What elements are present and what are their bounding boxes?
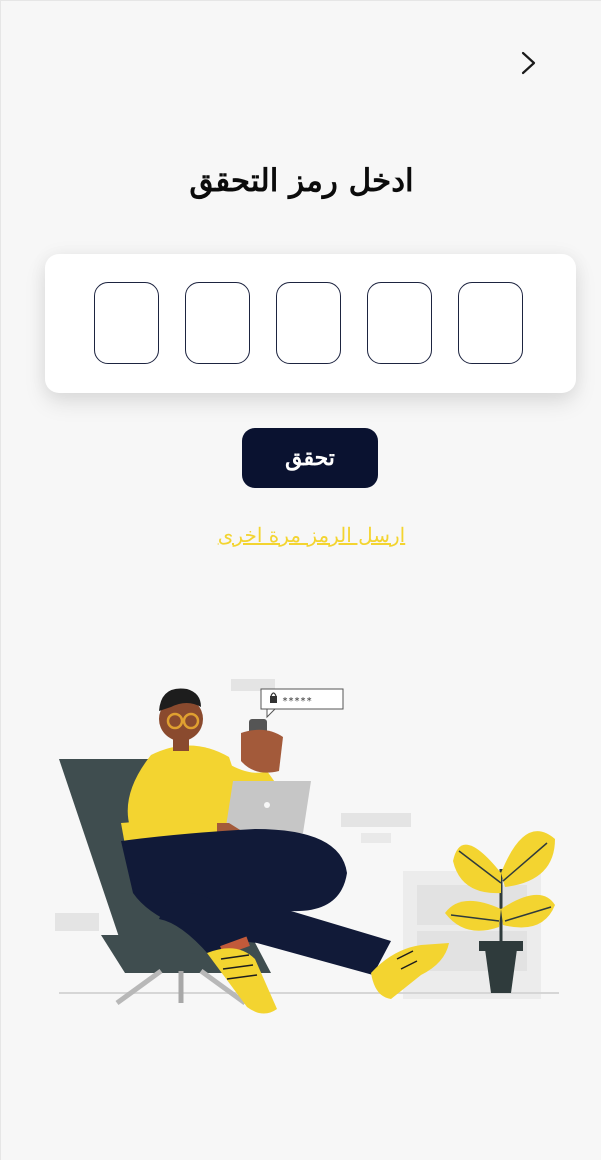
resend-code-link[interactable]: ارسل الرمز مرة اخرى <box>1 523 601 547</box>
verification-screen: ادخل رمز التحقق تحقق ارسل الرمز مرة اخرى… <box>0 0 601 1160</box>
password-mask: ***** <box>282 696 312 707</box>
chevron-right-icon <box>521 51 536 75</box>
back-button[interactable] <box>511 45 547 81</box>
page-title: ادخل رمز التحقق <box>189 163 414 199</box>
otp-digit-input[interactable] <box>458 282 523 364</box>
otp-digit-input[interactable] <box>276 282 341 364</box>
otp-digit-input[interactable] <box>185 282 250 364</box>
otp-digit-input[interactable] <box>94 282 159 364</box>
otp-digit-input[interactable] <box>367 282 432 364</box>
verify-button[interactable]: تحقق <box>242 428 378 488</box>
otp-card <box>45 254 576 393</box>
person-with-phone-illustration: ***** <box>55 679 559 1014</box>
